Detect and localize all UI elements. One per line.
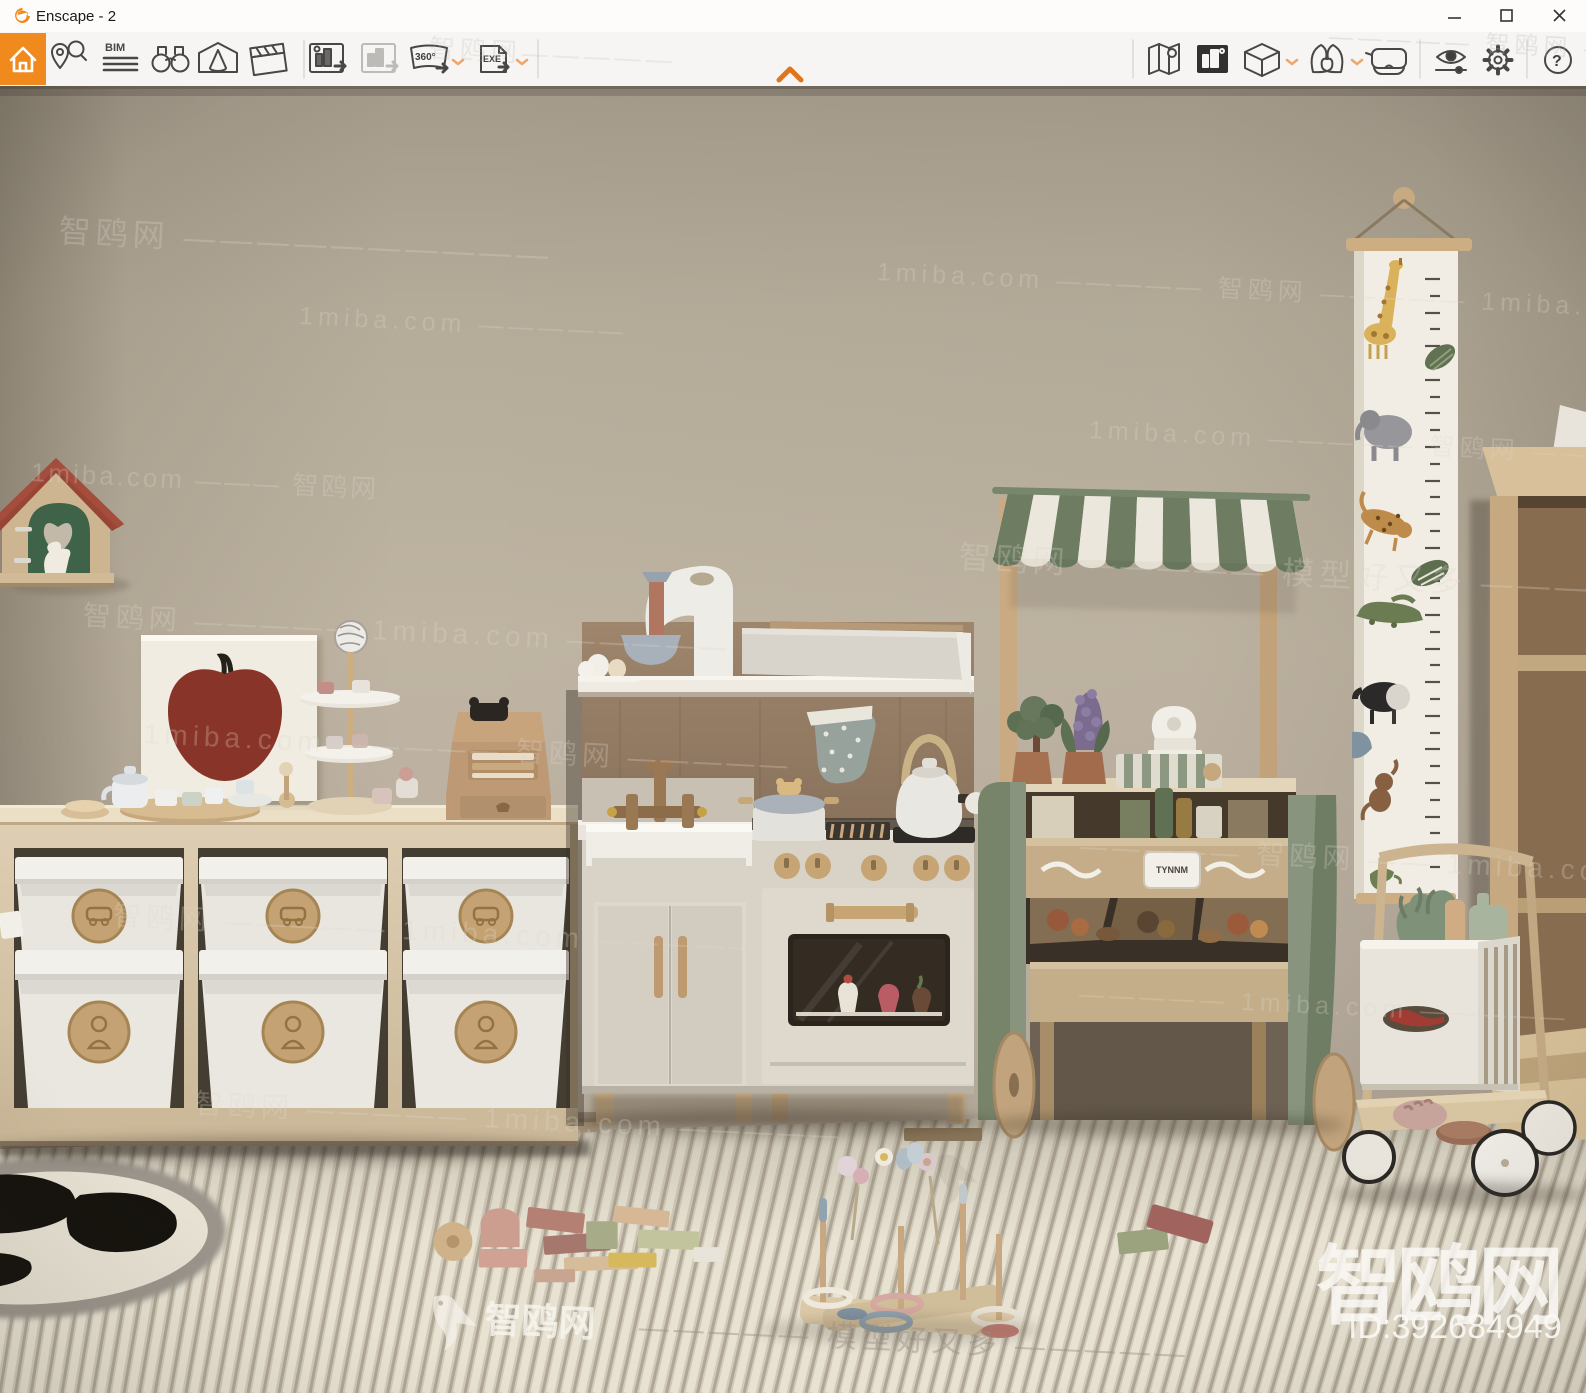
svg-text:360°: 360° [415, 52, 436, 63]
svg-text:?: ? [1552, 53, 1562, 70]
svg-text:EXE: EXE [483, 54, 501, 64]
svg-text:BIM: BIM [105, 42, 125, 54]
